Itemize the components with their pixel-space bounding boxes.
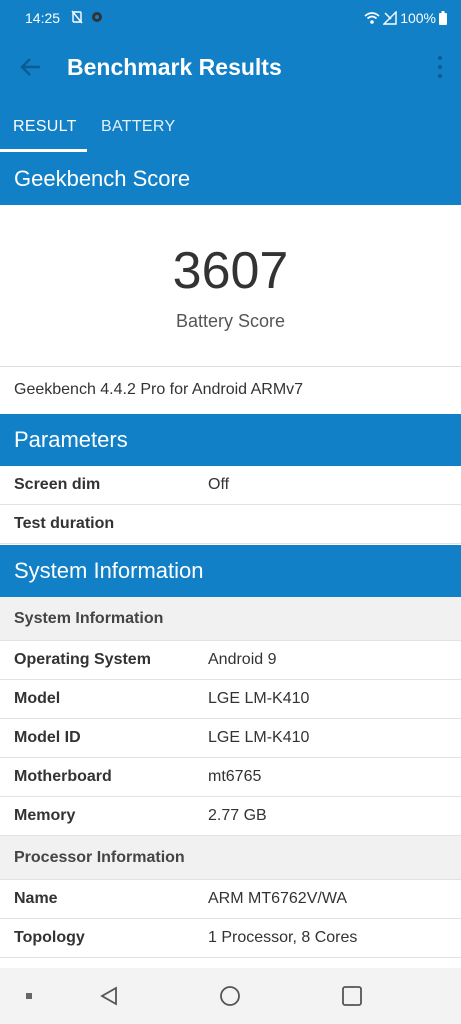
app-bar: Benchmark Results: [0, 36, 461, 100]
more-vert-icon: [438, 56, 442, 60]
row-value: ARM MT6762V/WA: [208, 890, 347, 907]
proc-row-topology: Topology 1 Processor, 8 Cores: [0, 919, 461, 958]
tab-battery[interactable]: BATTERY: [101, 118, 175, 136]
row-key: Name: [14, 890, 58, 907]
param-row-screen-dim: Screen dim Off: [0, 466, 461, 505]
row-key: Operating System: [14, 651, 151, 668]
param-row-test-duration: Test duration: [0, 505, 461, 544]
wifi-icon: [364, 12, 380, 24]
row-key: Memory: [14, 807, 76, 824]
row-key: Screen dim: [14, 476, 101, 493]
row-value: mt6765: [208, 768, 262, 785]
geekbench-version: Geekbench 4.4.2 Pro for Android ARMv7: [0, 366, 461, 413]
signal-icon: [383, 11, 397, 25]
battery-score-label: Battery Score: [175, 311, 286, 331]
row-key: Model: [14, 690, 61, 707]
processor-information-subheader: Processor Information: [0, 836, 461, 880]
row-value: Off: [208, 476, 230, 493]
status-bar: 14:25 100%: [0, 0, 461, 36]
square-recents-icon[interactable]: [341, 985, 363, 1007]
tab-bar: RESULT BATTERY: [0, 100, 461, 153]
sys-row-motherboard: Motherboard mt6765: [0, 758, 461, 797]
sys-row-model-id: Model ID LGE LM-K410: [0, 719, 461, 758]
row-value: 2.77 GB: [208, 807, 267, 824]
system-information-header: System Information: [0, 545, 461, 597]
row-key: Test duration: [14, 515, 115, 532]
triangle-back-icon[interactable]: [98, 985, 120, 1007]
row-value: 1 Processor, 8 Cores: [208, 929, 358, 946]
status-right: 100%: [364, 10, 447, 26]
sys-row-model: Model LGE LM-K410: [0, 680, 461, 719]
tab-indicator: [0, 149, 87, 152]
row-value: LGE LM-K410: [208, 729, 310, 746]
circle-home-icon[interactable]: [219, 985, 241, 1007]
battery-percent: 100%: [400, 10, 436, 26]
status-time: 14:25: [25, 10, 61, 26]
system-information-subheader: System Information: [0, 597, 461, 641]
system-navigation-bar: [0, 968, 461, 1024]
row-key: Topology: [14, 929, 85, 946]
back-button[interactable]: [18, 54, 44, 80]
no-sim-icon: [70, 10, 84, 27]
arrow-left-icon: [20, 58, 40, 76]
tab-result[interactable]: RESULT: [13, 118, 77, 136]
score-panel: 3607 Battery Score: [0, 205, 461, 365]
parameters-header: Parameters: [0, 414, 461, 466]
sys-row-memory: Memory 2.77 GB: [0, 797, 461, 836]
row-value: Android 9: [208, 651, 277, 668]
row-key: Model ID: [14, 729, 81, 746]
nav-dot-icon: [26, 993, 32, 999]
row-key: Motherboard: [14, 768, 112, 785]
geekbench-score-header: Geekbench Score: [0, 153, 461, 205]
proc-row-name: Name ARM MT6762V/WA: [0, 880, 461, 919]
battery-score-value: 3607: [172, 242, 289, 300]
page-title: Benchmark Results: [67, 54, 282, 80]
settings-gear-icon: [90, 10, 104, 27]
sys-row-os: Operating System Android 9: [0, 641, 461, 680]
row-value: LGE LM-K410: [208, 690, 310, 707]
more-options-button[interactable]: [437, 56, 443, 78]
battery-icon: [439, 11, 447, 25]
